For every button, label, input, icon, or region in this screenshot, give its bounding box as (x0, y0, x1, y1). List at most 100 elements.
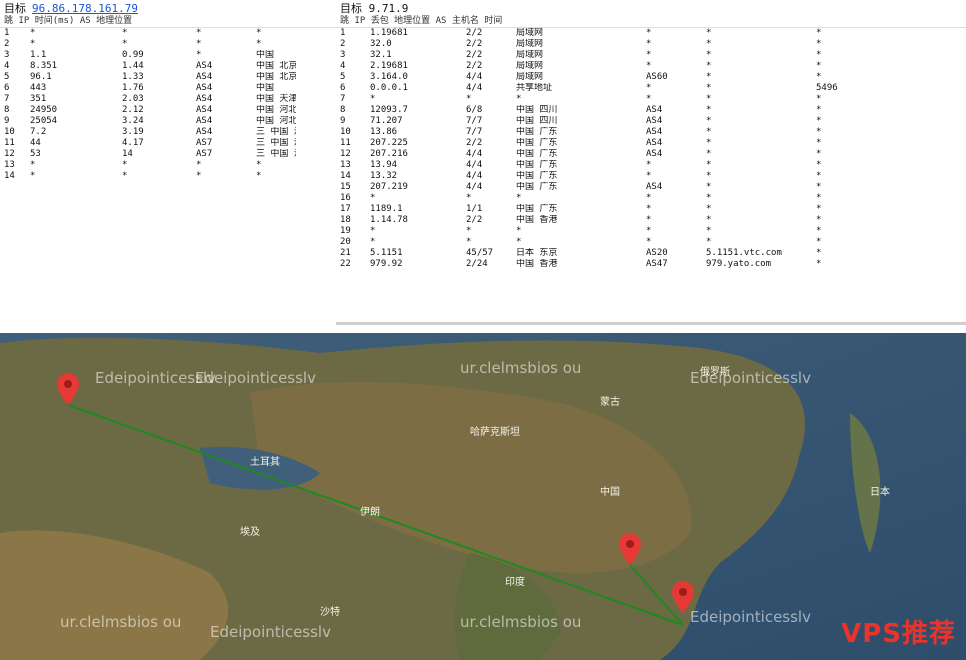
brand-watermark: VPS推荐 (841, 619, 956, 649)
table-row: 10 7.2 3.19 AS4 三 中国 河北 (0, 127, 336, 138)
table-cell: 2/2 (466, 39, 483, 49)
table-cell: * (706, 116, 712, 126)
table-cell: 中国 广东 (516, 204, 558, 214)
table-cell: * (816, 259, 822, 269)
place-label: 哈萨克斯坦 (470, 427, 520, 438)
table-cell: * (816, 116, 822, 126)
table-cell: AS4 (646, 182, 663, 192)
table-cell: 207.225 (370, 138, 408, 148)
table-cell: 3 (340, 50, 346, 60)
table-cell: 中国 四川 (516, 116, 558, 126)
table-cell: 13.94 (370, 160, 398, 170)
table-cell: AS4 (646, 127, 663, 137)
table-cell: 4 (4, 61, 10, 71)
table-cell: AS7 (196, 138, 213, 148)
watermark: Edeipointicesslv (195, 369, 316, 387)
right-target-ip: 9.71.9 (368, 2, 409, 15)
table-cell: 207.219 (370, 182, 408, 192)
table-row: 7 351 2.03 AS4 中国 天津 (0, 94, 336, 105)
table-row: 21 5.1151 45/57 日本 东京 AS20 5.1151.vtc.com * (336, 248, 966, 259)
table-cell: AS4 (646, 116, 663, 126)
table-cell: * (122, 171, 128, 181)
table-cell: 4/4 (466, 182, 483, 192)
table-cell: 9 (4, 116, 10, 126)
table-row: 14 * * * * (0, 171, 336, 182)
table-cell: AS4 (646, 149, 663, 159)
watermark: ur.clelmsbios ou (460, 613, 582, 631)
location-pin-icon[interactable] (57, 373, 79, 405)
table-cell: 中国 香港 (516, 215, 558, 225)
table-cell: 2/2 (466, 215, 483, 225)
table-cell: 71.207 (370, 116, 403, 126)
table-cell: * (816, 72, 822, 82)
table-cell: * (706, 215, 712, 225)
table-cell: * (816, 182, 822, 192)
table-cell: 45/57 (466, 248, 494, 258)
table-cell: 17 (340, 204, 351, 214)
table-cell: * (196, 28, 202, 38)
table-cell: * (646, 61, 652, 71)
table-cell: * (466, 94, 472, 104)
route-map[interactable]: 埃及 哈萨克斯坦 蒙古 中国 印度 伊朗 沙特 土耳其 俄罗斯 日本 Edeip… (0, 333, 966, 660)
table-cell: 13.86 (370, 127, 398, 137)
location-pin-icon[interactable] (619, 533, 641, 565)
table-cell: * (196, 50, 202, 60)
table-cell: * (256, 28, 262, 38)
table-row: 7 * * * * * * (336, 94, 966, 105)
table-cell: * (816, 105, 822, 115)
table-row: 11 44 4.17 AS7 三 中国 河北 (0, 138, 336, 149)
table-row: 4 8.351 1.44 AS4 中国 北京 (0, 61, 336, 72)
table-row: 3 32.1 2/2 局域网 * * * (336, 50, 966, 61)
table-row: 5 96.1 1.33 AS4 中国 北京 (0, 72, 336, 83)
table-cell: * (30, 160, 36, 170)
table-cell: 13 (4, 160, 15, 170)
place-label: 蒙古 (600, 397, 620, 408)
table-cell: 14 (340, 171, 351, 181)
table-cell: 5 (340, 72, 346, 82)
table-cell: AS4 (196, 116, 213, 126)
col-ip: IP (354, 16, 366, 26)
table-row: 12 207.216 4/4 中国 广东 AS4 * * (336, 149, 966, 160)
table-row: 19 * * * * * * (336, 226, 966, 237)
location-pin-icon[interactable] (672, 581, 694, 613)
table-row: 15 207.219 4/4 中国 广东 AS4 * * (336, 182, 966, 193)
table-cell: 1 (4, 28, 10, 38)
table-cell: 3 (4, 50, 10, 60)
table-cell: 局域网 (516, 61, 544, 71)
table-cell: * (816, 226, 822, 236)
table-cell: 2/2 (466, 138, 483, 148)
table-cell: 4/4 (466, 72, 483, 82)
table-cell: 中国 天津 (256, 94, 296, 104)
table-cell: 4.17 (122, 138, 144, 148)
col-ip: IP (18, 16, 30, 26)
table-cell: * (196, 160, 202, 170)
table-cell: 5.1151.vtc.com (706, 248, 782, 258)
left-target-ip-link[interactable]: 96.86.178.161.79 (32, 2, 138, 15)
col-hop: 跳 (4, 16, 14, 26)
table-cell: * (816, 127, 822, 137)
table-cell: * (706, 94, 712, 104)
table-cell: 三 中国 河北 (256, 149, 296, 159)
table-cell: 12 (4, 149, 15, 159)
table-cell: AS4 (196, 72, 213, 82)
watermark: Edeipointicesslv (690, 369, 811, 387)
table-row: 8 12093.7 6/8 中国 四川 AS4 * * (336, 105, 966, 116)
table-row: 14 13.32 4/4 中国 广东 * * * (336, 171, 966, 182)
table-cell: * (706, 193, 712, 203)
table-cell: * (196, 39, 202, 49)
table-cell: 9 (340, 116, 346, 126)
table-cell: 8 (4, 105, 10, 115)
table-cell: 24950 (30, 105, 58, 115)
table-cell: * (646, 171, 652, 181)
table-cell: * (516, 94, 522, 104)
right-title: 目标 (340, 2, 362, 15)
table-cell: 20 (340, 237, 351, 247)
place-label: 印度 (505, 577, 525, 588)
table-cell: * (706, 127, 712, 137)
table-cell: * (646, 237, 652, 247)
table-cell: 11 (4, 138, 15, 148)
table-cell: * (816, 171, 822, 181)
left-trace-panel: 目标 96.86.178.161.79 跳 IP 时间(ms) AS 地理位置 1… (0, 0, 336, 320)
table-cell: 2.12 (122, 105, 144, 115)
table-cell: 1.76 (122, 83, 144, 93)
